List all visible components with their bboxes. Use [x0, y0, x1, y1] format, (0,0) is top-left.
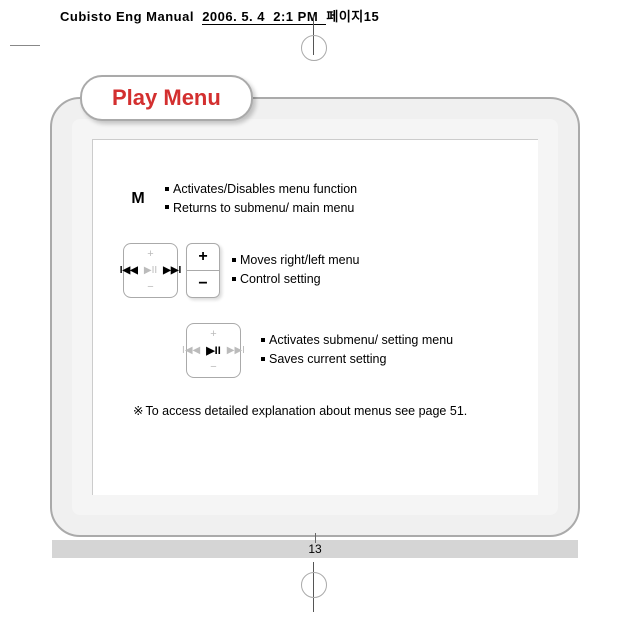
doc-date: 2006. 5. 4 [202, 9, 265, 24]
bullet-item: Control setting [232, 270, 360, 289]
plus-minus-icon: + − [186, 243, 220, 298]
page-number: 13 [308, 542, 321, 556]
inner-panel: M Activates/Disables menu function Retur… [92, 139, 538, 495]
dpad-leftright-icon: + I◀◀ ▶II ▶▶I − [123, 243, 178, 298]
doc-time: 2:1 PM [273, 9, 318, 24]
crop-mark-left [10, 45, 40, 46]
row-m: M Activates/Disables menu function Retur… [93, 140, 538, 218]
page-number-bar: 13 [52, 540, 578, 558]
bullet-item: Activates submenu/ setting menu [261, 331, 453, 350]
row-center: + I◀◀ ▶II ▶▶I − Activates submenu/ setti… [93, 323, 538, 378]
footnote: To access detailed explanation about men… [93, 403, 538, 418]
bullet-item: Returns to submenu/ main menu [165, 199, 357, 218]
center-bullets: Activates submenu/ setting menu Saves cu… [261, 331, 453, 369]
crop-mark-top [313, 15, 314, 55]
plus-icon: + [187, 244, 219, 271]
bullet-item: Moves right/left menu [232, 251, 360, 270]
page-title-tab: Play Menu [80, 75, 253, 121]
tab-title: Play Menu [112, 85, 221, 110]
minus-icon: − [187, 271, 219, 297]
nav-bullets: Moves right/left menu Control setting [232, 251, 360, 289]
bullet-item: Saves current setting [261, 350, 453, 369]
doc-page-ref: 페이지15 [326, 9, 379, 24]
crop-mark-bottom [313, 562, 314, 612]
m-bullets: Activates/Disables menu function Returns… [165, 180, 357, 218]
m-icon: M [123, 190, 153, 208]
bullet-item: Activates/Disables menu function [165, 180, 357, 199]
content-panel: M Activates/Disables menu function Retur… [50, 97, 580, 537]
doc-name: Cubisto Eng Manual [60, 9, 194, 24]
row-nav: + I◀◀ ▶II ▶▶I − + − Moves right/left men… [93, 243, 538, 298]
dpad-center-icon: + I◀◀ ▶II ▶▶I − [186, 323, 241, 378]
main-container: Play Menu M Activates/Disables menu func… [50, 75, 580, 535]
tick-mark [315, 533, 316, 543]
